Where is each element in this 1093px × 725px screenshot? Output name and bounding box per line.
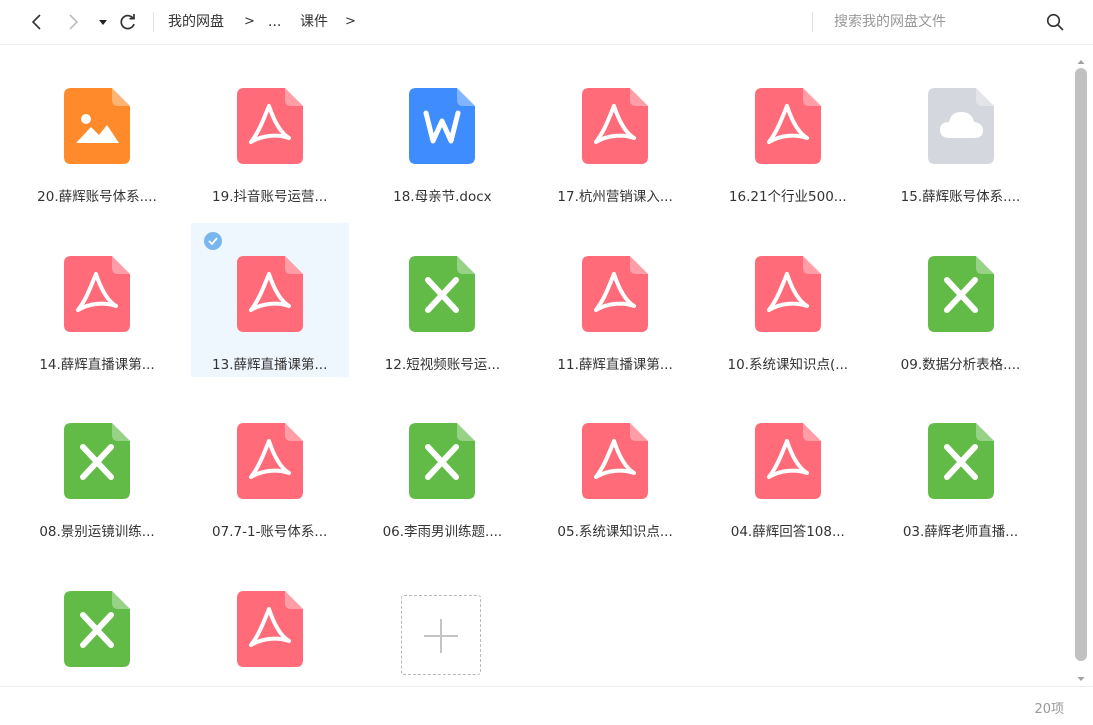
file-name: 14.薛辉直播课第...: [39, 356, 155, 373]
back-button[interactable]: [26, 11, 48, 33]
file-item[interactable]: 03.薛辉老师直播...: [882, 390, 1040, 544]
search-button[interactable]: [1044, 11, 1066, 33]
breadcrumb-separator: >: [345, 14, 356, 29]
pdf-file-icon: [236, 590, 303, 667]
breadcrumb-root[interactable]: 我的网盘: [168, 13, 224, 31]
file-name: 19.抖音账号运营...: [212, 189, 328, 205]
file-name: 07.7-1-账号体系...: [212, 524, 328, 540]
file-item[interactable]: 10.系统课知识点(...: [709, 223, 867, 377]
file-item[interactable]: 05.系统课知识点...: [536, 390, 694, 544]
file-item[interactable]: 02.数据分析表格(...: [18, 558, 176, 687]
file-item[interactable]: 19.抖音账号运营...: [191, 55, 349, 209]
pdf-file-icon: [64, 255, 130, 332]
excel-file-icon: [409, 255, 476, 332]
file-name: 13.薛辉直播课第...: [212, 356, 328, 373]
chevron-right-icon: [69, 14, 79, 30]
search-icon: [1046, 13, 1064, 31]
file-name: 09.数据分析表格....: [900, 356, 1021, 373]
plus-icon: [401, 594, 482, 675]
pdf-file-icon: [754, 423, 821, 499]
breadcrumb-separator: >: [244, 14, 255, 29]
file-name: 05.系统课知识点...: [557, 524, 673, 540]
forward-button[interactable]: [62, 11, 84, 33]
file-name: 16.21个行业500...: [728, 189, 847, 205]
file-item[interactable]: 13.薛辉直播课第...: [190, 222, 349, 377]
refresh-button[interactable]: [117, 11, 139, 33]
history-dropdown[interactable]: [94, 11, 112, 33]
file-item[interactable]: 11.薛辉直播课第...: [536, 223, 694, 377]
file-item[interactable]: 14.薛辉直播课第...: [18, 223, 176, 377]
chevron-left-icon: [31, 14, 41, 30]
pdf-file-icon: [754, 255, 821, 332]
excel-file-icon: [927, 423, 994, 499]
file-name: 11.薛辉直播课第...: [557, 356, 673, 373]
scroll-up-button[interactable]: [1076, 52, 1086, 64]
file-item[interactable]: 08.景别运镜训练...: [18, 390, 176, 544]
file-name: 04.薛辉回答108...: [730, 524, 845, 540]
status-bar: 20项: [0, 686, 1093, 725]
scrollbar-thumb[interactable]: [1075, 68, 1087, 661]
pdf-file-icon: [582, 423, 649, 499]
file-name: 15.薛辉账号体系....: [900, 189, 1021, 205]
pdf-file-icon: [582, 88, 649, 164]
excel-file-icon: [64, 590, 130, 667]
excel-file-icon: [64, 423, 130, 499]
file-name: 18.母亲节.docx: [393, 189, 492, 205]
file-item[interactable]: 09.数据分析表格....: [882, 223, 1040, 377]
caret-down-icon: [1077, 677, 1085, 681]
file-item[interactable]: 15.薛辉账号体系....: [882, 55, 1040, 209]
toolbar: 我的网盘 > ... 课件 >: [0, 0, 1093, 45]
pdf-file-icon: [754, 88, 821, 164]
image-file-icon: [64, 88, 130, 164]
file-item[interactable]: 18.母亲节.docx: [363, 55, 521, 209]
search-input[interactable]: [834, 10, 1029, 34]
toolbar-divider: [153, 12, 154, 32]
breadcrumb-ellipsis[interactable]: ...: [268, 13, 281, 31]
word-file-icon: [409, 88, 476, 164]
file-item[interactable]: 04.薛辉回答108...: [709, 390, 867, 544]
refresh-icon: [120, 14, 135, 30]
check-icon[interactable]: [203, 231, 222, 250]
file-name: 08.景别运镜训练...: [39, 524, 155, 540]
search-divider: [812, 12, 813, 32]
pdf-file-icon: [236, 255, 303, 332]
scroll-down-button[interactable]: [1076, 669, 1086, 681]
file-item[interactable]: 07.7-1-账号体系...: [191, 390, 349, 544]
pdf-file-icon: [582, 255, 649, 332]
caret-down-icon: [99, 20, 107, 25]
pdf-file-icon: [236, 88, 303, 164]
caret-up-icon: [1077, 60, 1085, 64]
file-name: 03.薛辉老师直播...: [902, 524, 1019, 540]
pdf-file-icon: [236, 423, 303, 499]
file-name: 12.短视频账号运...: [384, 356, 501, 373]
upload-file-button[interactable]: 上传文件: [363, 558, 521, 687]
file-item[interactable]: 06.李雨男训练题....: [363, 390, 521, 544]
file-item[interactable]: 01.抖音直播带货...: [191, 558, 349, 687]
file-name: 20.薛辉账号体系....: [37, 189, 157, 205]
file-item[interactable]: 16.21个行业500...: [709, 55, 867, 209]
file-name: 17.杭州营销课入...: [557, 189, 673, 205]
excel-file-icon: [409, 423, 476, 499]
file-item[interactable]: 12.短视频账号运...: [363, 223, 521, 377]
file-grid-viewport[interactable]: 20.薛辉账号体系.... 19.抖音账号运营... 18.母亲节.docx 17.杭…: [9, 46, 1073, 686]
file-item[interactable]: 17.杭州营销课入...: [536, 55, 694, 209]
file-item[interactable]: 20.薛辉账号体系....: [18, 55, 176, 209]
excel-file-icon: [927, 255, 994, 332]
item-count: 20项: [1034, 702, 1064, 717]
cloud-file-icon: [927, 88, 994, 164]
breadcrumb-current[interactable]: 课件: [300, 13, 328, 31]
file-name: 10.系统课知识点(...: [727, 356, 849, 373]
file-name: 06.李雨男训练题....: [382, 524, 503, 540]
